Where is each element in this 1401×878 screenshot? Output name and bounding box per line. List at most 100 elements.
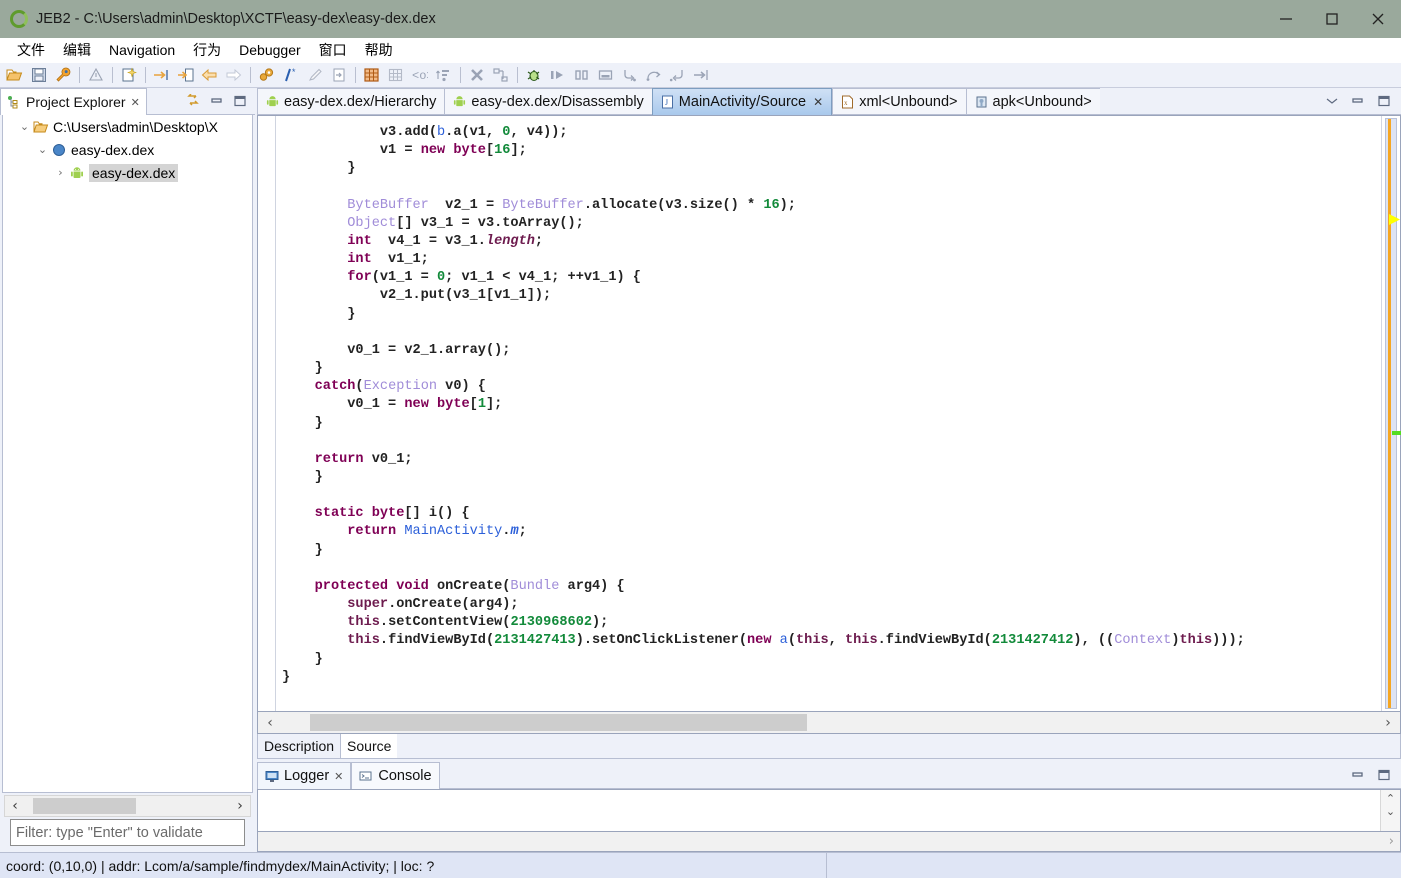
jump-to-icon[interactable] xyxy=(150,64,173,86)
tab-console[interactable]: Console xyxy=(351,762,440,789)
jump-to-document-icon[interactable] xyxy=(174,64,197,86)
resume-icon[interactable] xyxy=(546,64,569,86)
close-icon[interactable]: ✕ xyxy=(334,770,343,783)
tab-apk-unbound[interactable]: apk<Unbound> xyxy=(965,88,1100,115)
tab-mainactivity-source[interactable]: J MainActivity/Source ✕ xyxy=(651,88,833,115)
debug-bug-icon[interactable] xyxy=(522,64,545,86)
warning-icon[interactable] xyxy=(84,64,107,86)
expand-chevron-icon[interactable]: ⌄ xyxy=(35,143,50,156)
bookmark-marker-icon[interactable] xyxy=(1389,214,1400,225)
grid-icon[interactable] xyxy=(384,64,407,86)
scroll-right-icon[interactable]: › xyxy=(230,798,250,814)
close-button[interactable] xyxy=(1355,0,1401,38)
run-to-line-icon[interactable] xyxy=(690,64,713,86)
back-arrow-icon[interactable] xyxy=(198,64,221,86)
minimize-view-icon[interactable] xyxy=(1351,95,1365,107)
disconnect-icon[interactable] xyxy=(489,64,512,86)
save-icon[interactable] xyxy=(27,64,50,86)
step-return-icon[interactable] xyxy=(666,64,689,86)
tab-console-label: Console xyxy=(378,768,432,784)
gears-icon[interactable] xyxy=(255,64,278,86)
tab-logger[interactable]: Logger ✕ xyxy=(257,762,352,789)
logger-hscrollbar[interactable]: › xyxy=(257,832,1401,852)
export-icon[interactable] xyxy=(327,64,350,86)
java-icon: J xyxy=(661,95,674,109)
menu-window[interactable]: 窗口 xyxy=(310,38,356,62)
tab-description[interactable]: Description xyxy=(257,734,341,759)
occurrence-marker-icon[interactable] xyxy=(1392,431,1401,435)
vscroll-thumb[interactable] xyxy=(1388,119,1391,708)
vscroll-track[interactable] xyxy=(1385,118,1401,709)
pencil-icon[interactable] xyxy=(303,64,326,86)
scroll-left-icon[interactable]: ‹ xyxy=(5,798,25,814)
menu-action[interactable]: 行为 xyxy=(184,38,230,62)
tab-xml-unbound[interactable]: x xml<Unbound> xyxy=(832,88,966,115)
jeb2-application-window: JEB2 - C:\Users\admin\Desktop\XCTF\easy-… xyxy=(0,0,1401,878)
step-into-icon[interactable] xyxy=(618,64,641,86)
scroll-right-icon[interactable]: › xyxy=(1376,715,1400,731)
tree-node-root[interactable]: ⌄ C:\Users\admin\Desktop\X xyxy=(3,115,252,138)
bracket-icon[interactable]: <o> xyxy=(408,64,431,86)
filter-input[interactable]: Filter: type "Enter" to validate xyxy=(10,819,245,846)
editor-hscrollbar[interactable]: ‹ › xyxy=(257,712,1401,734)
new-document-icon[interactable] xyxy=(117,64,140,86)
editor-hscroll-track[interactable] xyxy=(282,712,1376,733)
menu-edit[interactable]: 编辑 xyxy=(54,38,100,62)
tab-hierarchy[interactable]: easy-dex.dex/Hierarchy xyxy=(257,88,445,115)
menu-navigation[interactable]: Navigation xyxy=(100,40,184,60)
step-over-icon[interactable] xyxy=(642,64,665,86)
tree-node-dex-unit[interactable]: › easy-dex.dex xyxy=(3,161,252,184)
scroll-left-icon[interactable]: ‹ xyxy=(258,715,282,731)
scroll-right-icon[interactable]: › xyxy=(1389,834,1394,849)
logger-vscrollbar[interactable]: ⌃ ⌄ xyxy=(1380,790,1400,831)
sort-icon[interactable] xyxy=(432,64,455,86)
editor-gutter[interactable] xyxy=(258,116,276,711)
chevron-down-icon[interactable] xyxy=(1325,96,1339,106)
project-tree[interactable]: ⌄ C:\Users\admin\Desktop\X ⌄ easy-dex.de… xyxy=(2,115,253,793)
wrench-icon[interactable] xyxy=(51,64,74,86)
hscroll-track[interactable] xyxy=(25,796,230,816)
title-bar: JEB2 - C:\Users\admin\Desktop\XCTF\easy-… xyxy=(0,0,1401,38)
tab-disassembly[interactable]: easy-dex.dex/Disassembly xyxy=(444,88,652,115)
main-toolbar: * <o> xyxy=(0,63,1401,88)
open-folder-icon[interactable] xyxy=(3,64,26,86)
close-icon[interactable]: ✕ xyxy=(131,96,140,109)
android-icon xyxy=(453,95,466,108)
scroll-up-icon[interactable]: ⌃ xyxy=(1386,792,1395,805)
scroll-down-icon[interactable]: ⌄ xyxy=(1386,805,1395,818)
menu-bar: 文件 编辑 Navigation 行为 Debugger 窗口 帮助 xyxy=(0,38,1401,63)
right-area: easy-dex.dex/Hierarchy easy-dex.dex/Disa… xyxy=(255,88,1401,852)
tree-node-dex[interactable]: ⌄ easy-dex.dex xyxy=(3,138,252,161)
filter-input-placeholder: Filter: type "Enter" to validate xyxy=(16,824,203,841)
close-icon[interactable]: ✕ xyxy=(813,95,823,109)
forward-arrow-icon[interactable] xyxy=(222,64,245,86)
menu-help[interactable]: 帮助 xyxy=(356,38,402,62)
editor-hscroll-thumb[interactable] xyxy=(310,714,807,731)
comment-icon[interactable]: * xyxy=(279,64,302,86)
pause-icon[interactable] xyxy=(570,64,593,86)
tab-project-explorer[interactable]: Project Explorer ✕ xyxy=(0,88,147,115)
hscroll-thumb[interactable] xyxy=(33,798,136,814)
project-tree-hscrollbar[interactable]: ‹ › xyxy=(4,795,251,817)
source-code-view[interactable]: v3.add(b.a(v1, 0, v4)); v1 = new byte[16… xyxy=(276,116,1381,711)
collapse-chevron-icon[interactable]: › xyxy=(53,166,68,179)
expand-chevron-icon[interactable]: ⌄ xyxy=(17,120,32,133)
editor-vscrollbar[interactable] xyxy=(1381,116,1401,711)
terminate-icon[interactable] xyxy=(594,64,617,86)
tree-node-root-label: C:\Users\admin\Desktop\X xyxy=(53,118,218,135)
tab-source[interactable]: Source xyxy=(340,734,398,759)
minimize-view-icon[interactable] xyxy=(1351,769,1365,781)
maximize-button[interactable] xyxy=(1309,0,1355,38)
maximize-view-icon[interactable] xyxy=(233,95,247,107)
menu-debugger[interactable]: Debugger xyxy=(230,40,310,60)
logger-content[interactable] xyxy=(258,790,1380,831)
stop-icon[interactable] xyxy=(465,64,488,86)
minimize-button[interactable] xyxy=(1263,0,1309,38)
grid-active-icon[interactable] xyxy=(360,64,383,86)
project-explorer-icon xyxy=(7,95,21,109)
maximize-view-icon[interactable] xyxy=(1377,769,1391,781)
link-with-editor-icon[interactable] xyxy=(185,94,201,108)
menu-file[interactable]: 文件 xyxy=(8,38,54,62)
maximize-view-icon[interactable] xyxy=(1377,95,1391,107)
minimize-view-icon[interactable] xyxy=(210,95,224,107)
